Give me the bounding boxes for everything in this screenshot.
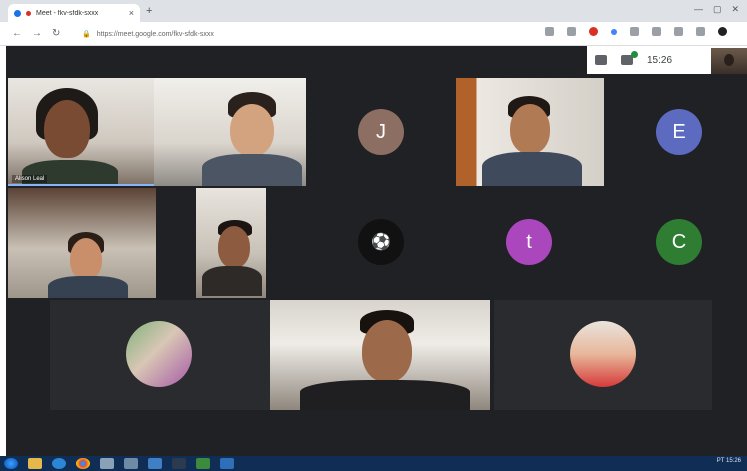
windows-taskbar: PT 15:26 (0, 456, 747, 471)
participant-name: Alison Leal (12, 175, 48, 183)
chat-icon[interactable] (621, 51, 638, 65)
participants-icon[interactable] (595, 55, 607, 65)
edge-icon[interactable] (52, 458, 66, 469)
participant-avatar-e[interactable]: E (656, 109, 702, 155)
participant-avatar-t[interactable]: t (506, 219, 552, 265)
app-icon[interactable] (100, 458, 114, 469)
speaking-indicator (8, 184, 154, 186)
bookmark-star-icon[interactable] (567, 27, 576, 36)
meet-favicon-icon (14, 9, 21, 17)
participant-video-tile[interactable] (154, 78, 306, 186)
participant-avatar-logo[interactable]: ⚽ (358, 219, 404, 265)
start-button-icon[interactable] (4, 458, 18, 469)
chrome-icon[interactable] (76, 458, 90, 469)
file-explorer-icon[interactable] (28, 458, 42, 469)
meeting-time: 15:26 (647, 54, 673, 66)
system-tray-clock[interactable]: PT 15:26 (717, 458, 741, 464)
window-controls: — ▢ ✕ (694, 4, 739, 15)
participant-video-tile[interactable] (270, 300, 490, 410)
url-text: https://meet.google.com/fkv-sfdk-sxxx (96, 30, 214, 38)
app-icon[interactable] (196, 458, 210, 469)
browser-tab-meet[interactable]: Meet - fkv-sfdk-sxxx × (8, 4, 140, 22)
participant-tile-round-photo[interactable] (50, 300, 276, 410)
soccer-ball-icon: ⚽ (371, 234, 391, 251)
lock-icon: 🔒 (82, 31, 91, 38)
tab-close-icon[interactable]: × (129, 8, 134, 18)
participant-video-tile[interactable] (196, 188, 266, 298)
extension-icons (545, 27, 727, 36)
opera-extension-icon[interactable] (589, 27, 598, 36)
browser-toolbar: ← → ↻ 🔒 https://meet.google.com/fkv-sfdk… (0, 22, 747, 46)
participant-video-tile[interactable]: Alison Leal (8, 78, 154, 186)
extension-icon[interactable] (630, 27, 639, 36)
minimize-button[interactable]: — (694, 4, 703, 15)
recording-indicator-icon (26, 10, 31, 16)
app-icon[interactable] (124, 458, 138, 469)
nav-buttons: ← → ↻ (0, 28, 60, 39)
browser-tab-bar: Meet - fkv-sfdk-sxxx × + — ▢ ✕ (0, 0, 747, 22)
address-bar[interactable]: 🔒 https://meet.google.com/fkv-sfdk-sxxx (82, 26, 522, 42)
forward-button[interactable]: → (32, 28, 42, 39)
chat-badge-icon (631, 51, 638, 58)
blue-extension-icon[interactable] (611, 28, 617, 35)
participant-video-tile[interactable] (8, 188, 156, 298)
participant-tile-round-photo[interactable] (494, 300, 712, 410)
profile-avatar-icon[interactable] (718, 27, 727, 36)
self-view-thumbnail[interactable] (711, 48, 747, 74)
participant-video-tile[interactable] (456, 78, 604, 186)
close-window-button[interactable]: ✕ (731, 4, 739, 15)
participant-avatar-c[interactable]: C (656, 219, 702, 265)
participant-photo (570, 321, 636, 387)
app-icon[interactable] (172, 458, 186, 469)
tab-title: Meet - fkv-sfdk-sxxx (36, 9, 99, 17)
camera-permission-icon[interactable] (545, 27, 554, 36)
back-button[interactable]: ← (12, 28, 22, 39)
maximize-button[interactable]: ▢ (713, 4, 722, 15)
star-icon[interactable] (652, 27, 661, 36)
reload-button[interactable]: ↻ (52, 28, 60, 39)
app-icon[interactable] (220, 458, 234, 469)
app-icon[interactable] (148, 458, 162, 469)
screen: Meet - fkv-sfdk-sxxx × + — ▢ ✕ ← → ↻ 🔒 h… (0, 0, 747, 471)
puzzle-icon[interactable] (674, 27, 683, 36)
meet-grid: 15:26 Alison Leal J E ⚽ t C (6, 46, 747, 456)
new-tab-button[interactable]: + (146, 5, 152, 17)
download-icon[interactable] (696, 27, 705, 36)
participant-avatar-j[interactable]: J (358, 109, 404, 155)
participant-photo (126, 321, 192, 387)
